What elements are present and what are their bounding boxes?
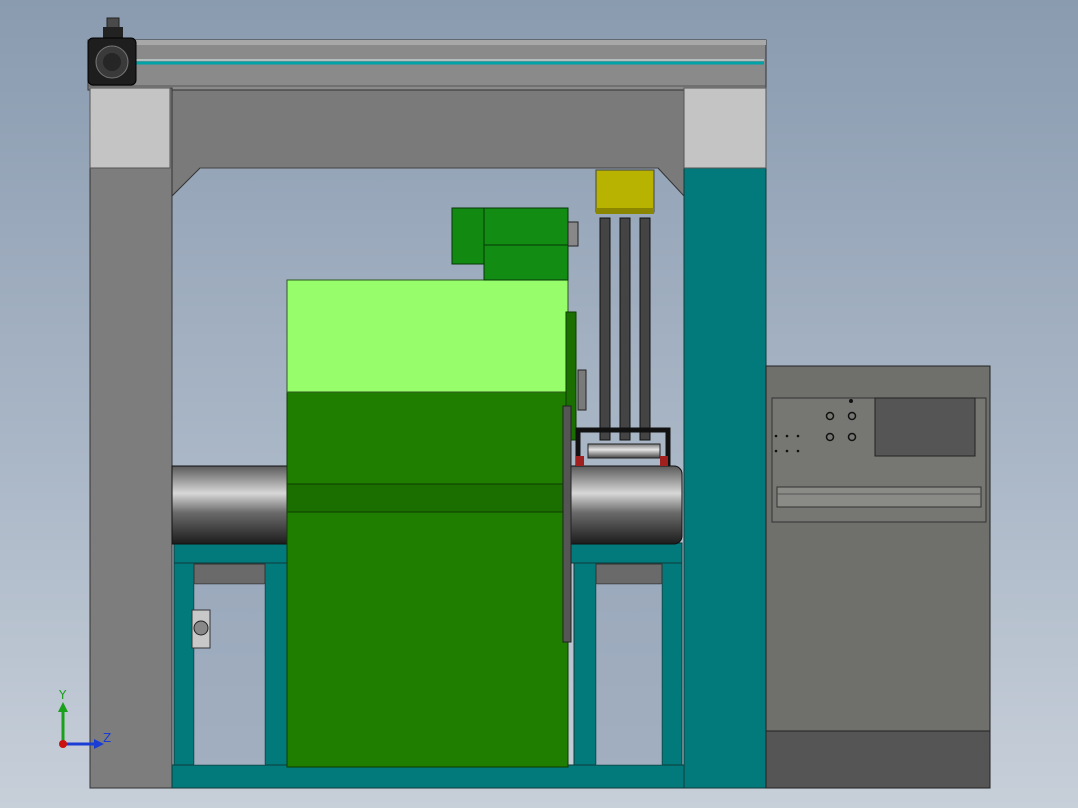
guide-rods <box>599 217 651 441</box>
triad-origin-icon <box>59 740 67 748</box>
top-gantry-beam <box>87 39 767 91</box>
main-green-body <box>286 279 569 768</box>
right-roller <box>563 465 683 545</box>
bearing-block <box>191 609 211 649</box>
servo-motor <box>87 17 137 86</box>
cad-graphics-viewport[interactable]: Y Z <box>0 0 1078 808</box>
control-cabinet <box>765 365 991 789</box>
triad-z-label: Z <box>103 731 112 745</box>
triad-y-label: Y <box>59 688 67 702</box>
gear-motor <box>451 207 579 281</box>
left-column <box>89 87 173 789</box>
left-roller <box>171 465 291 545</box>
right-column <box>683 87 767 789</box>
yellow-sensor <box>595 169 655 214</box>
machine-model-view[interactable] <box>0 0 1078 808</box>
